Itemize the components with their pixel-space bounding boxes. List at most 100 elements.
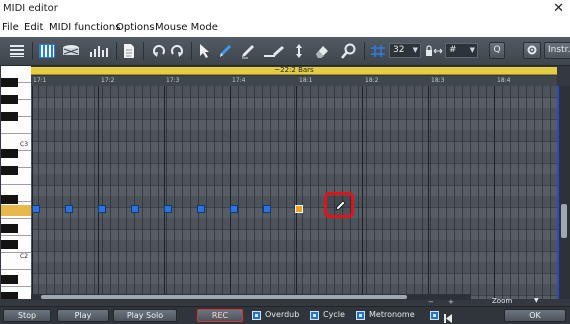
black-key[interactable] bbox=[1, 149, 18, 158]
midi-note[interactable] bbox=[131, 205, 139, 213]
length-select[interactable]: # ▼ bbox=[445, 43, 478, 58]
menu-midi-functions[interactable]: MIDI functions bbox=[49, 22, 120, 33]
eraser-icon[interactable] bbox=[313, 41, 331, 61]
transport-bar: Stop Play Play Solo REC Overdub Cycle Me… bbox=[0, 306, 570, 324]
cursor-highlight-box bbox=[324, 192, 354, 218]
tick-label: 17:3 bbox=[166, 77, 180, 84]
chevron-down-icon: ▼ bbox=[469, 46, 475, 54]
piano-roll-icon[interactable] bbox=[37, 41, 57, 61]
chevron-down-icon: ▼ bbox=[412, 46, 418, 54]
black-key[interactable] bbox=[1, 275, 18, 284]
chevron-down-icon[interactable]: ▼ bbox=[534, 297, 539, 304]
time-ruler[interactable]: 17:1 17:2 17:3 17:4 18:1 18:2 18:3 18:4 bbox=[31, 76, 557, 86]
tick-label: 18:1 bbox=[299, 77, 313, 84]
velocity-icon[interactable] bbox=[88, 41, 112, 61]
menu-mouse-mode[interactable]: Mouse Mode bbox=[155, 22, 218, 33]
stop-button[interactable]: Stop bbox=[3, 309, 51, 322]
metronome-checkbox[interactable] bbox=[356, 311, 365, 320]
beat-line bbox=[494, 86, 495, 299]
black-key[interactable] bbox=[1, 112, 18, 121]
settings-button[interactable] bbox=[523, 42, 541, 59]
redo-icon[interactable] bbox=[168, 41, 186, 61]
play-solo-button[interactable]: Play Solo bbox=[113, 309, 177, 322]
vertical-scrollbar[interactable] bbox=[557, 86, 570, 299]
tick-label: 18:2 bbox=[365, 77, 379, 84]
drum-editor-icon[interactable] bbox=[60, 41, 82, 61]
key-label-c2: C2 bbox=[20, 253, 29, 260]
black-key[interactable] bbox=[1, 240, 18, 249]
overdub-checkbox[interactable] bbox=[252, 311, 261, 320]
zoom-row: − + Zoom ▼ bbox=[0, 297, 570, 306]
toolbar: 32 ▼ # ▼ Q Instr. bbox=[0, 37, 570, 66]
black-key[interactable] bbox=[1, 95, 18, 104]
beat-line bbox=[362, 86, 363, 299]
midi-editor-window: MIDI editor ✕ File Edit MIDI functions O… bbox=[0, 0, 570, 324]
midi-note[interactable] bbox=[164, 205, 172, 213]
length-value: # bbox=[449, 45, 457, 55]
window-title: MIDI editor bbox=[3, 3, 58, 14]
ok-button[interactable]: OK bbox=[504, 309, 566, 322]
tick-label: 18:3 bbox=[431, 77, 445, 84]
midi-note[interactable] bbox=[32, 205, 40, 213]
beat-line bbox=[428, 86, 429, 299]
zoom-tool-icon[interactable] bbox=[340, 41, 358, 61]
play-button[interactable]: Play bbox=[57, 309, 109, 322]
cycle-checkbox[interactable] bbox=[310, 311, 319, 320]
quantize-grid-icon bbox=[369, 41, 387, 61]
beat-line bbox=[164, 86, 165, 299]
follow-checkbox[interactable] bbox=[430, 311, 439, 320]
menu-options[interactable]: Options bbox=[116, 22, 155, 33]
pencil-tool-icon[interactable] bbox=[216, 41, 234, 61]
note-grid[interactable] bbox=[31, 86, 557, 299]
rec-button[interactable]: REC bbox=[197, 309, 243, 322]
undo-icon[interactable] bbox=[150, 41, 168, 61]
black-key[interactable] bbox=[1, 195, 18, 204]
midi-note[interactable] bbox=[230, 205, 238, 213]
black-key[interactable] bbox=[1, 292, 18, 299]
midi-note[interactable] bbox=[263, 205, 271, 213]
bar-range-label: ~22:2 Bars bbox=[274, 66, 314, 74]
tick-label: 17:4 bbox=[232, 77, 246, 84]
quantize-button[interactable]: Q bbox=[489, 42, 505, 59]
draw-line-icon[interactable] bbox=[239, 41, 257, 61]
midi-note[interactable] bbox=[98, 205, 106, 213]
menu-bar: File Edit MIDI functions Options Mouse M… bbox=[0, 19, 570, 37]
midi-note[interactable] bbox=[197, 205, 205, 213]
title-bar: MIDI editor ✕ bbox=[0, 0, 570, 19]
black-key[interactable] bbox=[1, 78, 18, 87]
metronome-label: Metronome bbox=[369, 310, 415, 319]
quantize-select[interactable]: 32 ▼ bbox=[389, 43, 421, 58]
beat-line bbox=[230, 86, 231, 299]
current-key-highlight bbox=[1, 205, 31, 216]
close-icon[interactable]: ✕ bbox=[553, 1, 564, 16]
beat-line bbox=[32, 86, 33, 299]
document-icon[interactable] bbox=[120, 41, 138, 61]
key-label-c3: C3 bbox=[20, 141, 29, 148]
piano-roll-editor: C3 C2 ~22:2 Bars 17:1 17:2 17:3 17:4 18:… bbox=[0, 66, 570, 306]
zoom-label[interactable]: Zoom bbox=[492, 297, 512, 305]
arrow-tool-icon[interactable] bbox=[196, 41, 212, 61]
timeline[interactable]: ~22:2 Bars 17:1 17:2 17:3 17:4 18:1 18:2… bbox=[31, 66, 557, 86]
menu-file[interactable]: File bbox=[2, 22, 19, 33]
skip-back-icon[interactable] bbox=[443, 309, 453, 324]
midi-note-selected[interactable] bbox=[295, 205, 303, 213]
menu-edit[interactable]: Edit bbox=[24, 22, 43, 33]
tick-label: 18:4 bbox=[497, 77, 511, 84]
bar-range[interactable]: ~22:2 Bars bbox=[31, 66, 557, 75]
black-key[interactable] bbox=[1, 166, 18, 175]
line-tool-icon[interactable] bbox=[262, 41, 286, 61]
zoom-in-icon[interactable]: + bbox=[448, 298, 454, 306]
midi-note[interactable] bbox=[65, 205, 73, 213]
cycle-label: Cycle bbox=[323, 310, 345, 319]
black-key[interactable] bbox=[1, 224, 18, 233]
beat-line bbox=[98, 86, 99, 299]
list-icon[interactable] bbox=[6, 41, 28, 61]
beat-line bbox=[296, 86, 297, 299]
tick-label: 17:1 bbox=[33, 77, 47, 84]
vertical-scroll-thumb[interactable] bbox=[561, 204, 567, 238]
piano-keyboard[interactable]: C3 C2 bbox=[1, 66, 31, 299]
zoom-out-icon[interactable]: − bbox=[428, 298, 434, 306]
move-tool-icon[interactable] bbox=[291, 41, 307, 61]
instrument-button[interactable]: Instr. bbox=[544, 42, 570, 59]
length-lock-icon bbox=[424, 41, 444, 61]
